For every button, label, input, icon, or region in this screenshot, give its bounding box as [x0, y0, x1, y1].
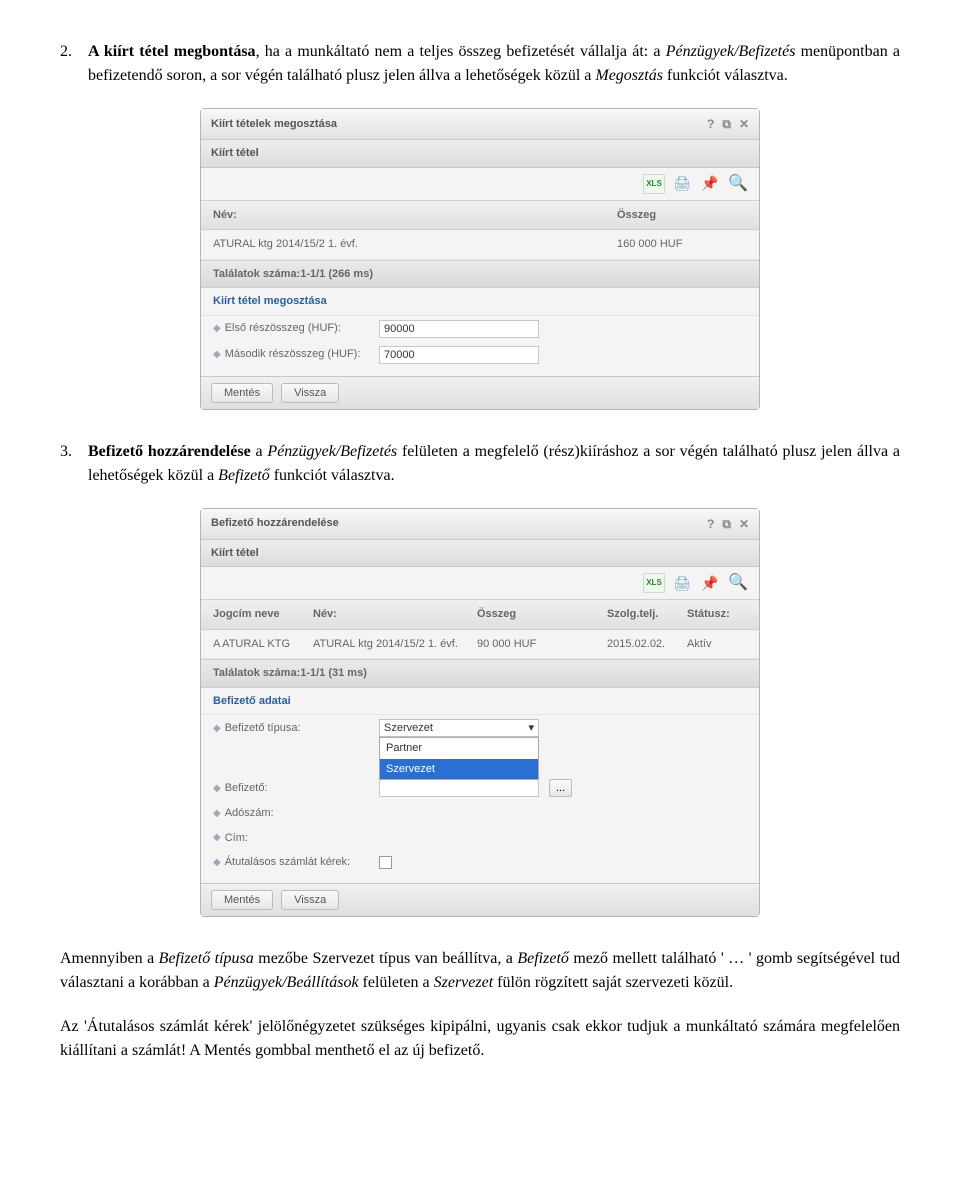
back-button[interactable]: Vissza [281, 890, 339, 910]
diamond-icon: ◆ [213, 806, 221, 821]
label-address: Cím: [225, 830, 248, 847]
diamond-icon: ◆ [213, 347, 221, 362]
label-payer: Befizető: [225, 780, 268, 797]
toolbar: XLS 🖨 📌 🔍 [201, 168, 759, 200]
paragraph-info-1: Amennyiben a Befizető típusa mezőbe Szer… [60, 947, 900, 995]
pin-icon[interactable]: 📌 [699, 174, 721, 194]
payer-section-header: Befizető adatai [201, 688, 759, 716]
dialog-footer: Mentés Vissza [201, 883, 759, 916]
toolbar: XLS 🖨 📌 🔍 [201, 567, 759, 599]
col-name: Név: [213, 207, 617, 224]
input-payer[interactable] [379, 779, 539, 797]
menu-path: Pénzügyek/Befizetés [666, 43, 796, 60]
form-row-first: ◆ Első részösszeg (HUF): [201, 316, 759, 342]
diamond-icon: ◆ [213, 781, 221, 796]
form-row-tax: ◆ Adószám: [201, 801, 759, 826]
share-section-header: Kiírt tétel megosztása [201, 288, 759, 316]
cell-amount: 160 000 HUF [617, 236, 747, 253]
diamond-icon: ◆ [213, 721, 221, 736]
list-number: 2. [60, 40, 88, 88]
dialog-title-bar: Befizető hozzárendelése ? ⧉ ✕ [201, 509, 759, 540]
results-count: Találatok száma:1-1/1 (31 ms) [201, 659, 759, 688]
export-xls-icon[interactable]: XLS [643, 573, 665, 593]
results-count: Találatok száma:1-1/1 (266 ms) [201, 260, 759, 289]
dialog-title: Kiírt tételek megosztása [211, 116, 337, 133]
list-number: 3. [60, 440, 88, 488]
diamond-icon: ◆ [213, 855, 221, 870]
export-xls-icon[interactable]: XLS [643, 174, 665, 194]
dialog-title-bar: Kiírt tételek megosztása ? ⧉ ✕ [201, 109, 759, 140]
paragraph-2: 2. A kiírt tétel megbontása, ha a munkál… [60, 40, 900, 88]
input-second-part[interactable] [379, 346, 539, 364]
dialog-footer: Mentés Vissza [201, 376, 759, 409]
search-icon[interactable]: 🔍 [727, 174, 749, 194]
help-icon[interactable]: ? [707, 515, 714, 533]
dialog-assign-payer: Befizető hozzárendelése ? ⧉ ✕ Kiírt téte… [200, 508, 760, 917]
option-partner[interactable]: Partner [380, 738, 538, 759]
save-button[interactable]: Mentés [211, 890, 273, 910]
cell-name: ATURAL ktg 2014/15/2 1. évf. [213, 236, 617, 253]
cell-status: Aktív [687, 636, 747, 653]
back-button[interactable]: Vissza [281, 383, 339, 403]
function-name: Befizető [218, 467, 270, 484]
label-taxnum: Adószám: [225, 805, 274, 822]
label-first-part: Első részösszeg (HUF): [225, 320, 341, 337]
label-transfer-invoice: Átutalásos számlát kérek: [225, 854, 350, 871]
form-row-transfer: ◆ Átutalásos számlát kérek: [201, 850, 759, 875]
cell-amount: 90 000 HUF [477, 636, 607, 653]
cell-servdate: 2015.02.02. [607, 636, 687, 653]
help-icon[interactable]: ? [707, 115, 714, 133]
cell-title: A ATURAL KTG [213, 636, 313, 653]
table-row: ATURAL ktg 2014/15/2 1. évf. 160 000 HUF [201, 230, 759, 260]
dialog-title: Befizető hozzárendelése [211, 515, 339, 532]
col-servdate: Szolg.telj. [607, 606, 687, 623]
bold-lead: A kiírt tétel megbontása [88, 43, 256, 60]
paragraph-3: 3. Befizető hozzárendelése a Pénzügyek/B… [60, 440, 900, 488]
form-row-type: ◆ Befizető típusa: Szervezet ▾ Partner Sz… [201, 715, 759, 741]
col-amount: Összeg [477, 606, 607, 623]
option-szervezet[interactable]: Szervezet [380, 759, 538, 780]
popout-icon[interactable]: ⧉ [722, 515, 731, 533]
pin-icon[interactable]: 📌 [699, 573, 721, 593]
close-icon[interactable]: ✕ [739, 115, 749, 133]
section-header: Kiírt tétel [201, 140, 759, 168]
section-header: Kiírt tétel [201, 540, 759, 568]
paragraph-info-2: Az 'Átutalásos számlát kérek' jelölőnégy… [60, 1015, 900, 1063]
print-icon[interactable]: 🖨 [671, 573, 693, 593]
label-second-part: Második részösszeg (HUF): [225, 346, 361, 363]
save-button[interactable]: Mentés [211, 383, 273, 403]
col-title: Jogcím neve [213, 606, 313, 623]
dialog-split-item: Kiírt tételek megosztása ? ⧉ ✕ Kiírt tét… [200, 108, 760, 410]
table-header: Név: Összeg [201, 200, 759, 231]
form-row-address: ◆ Cím: [201, 826, 759, 851]
diamond-icon: ◆ [213, 321, 221, 336]
table-header: Jogcím neve Név: Összeg Szolg.telj. Stát… [201, 599, 759, 630]
close-icon[interactable]: ✕ [739, 515, 749, 533]
payer-type-select[interactable]: Szervezet ▾ Partner Szervezet [379, 719, 539, 737]
col-amount: Összeg [617, 207, 747, 224]
checkbox-transfer-invoice[interactable] [379, 856, 392, 869]
col-status: Státusz: [687, 606, 747, 623]
form-row-second: ◆ Második részösszeg (HUF): [201, 342, 759, 368]
search-icon[interactable]: 🔍 [727, 573, 749, 593]
label-payer-type: Befizető típusa: [225, 720, 301, 737]
bold-lead: Befizető hozzárendelése [88, 443, 256, 460]
cell-name: ATURAL ktg 2014/15/2 1. évf. [313, 636, 477, 653]
table-row: A ATURAL KTG ATURAL ktg 2014/15/2 1. évf… [201, 630, 759, 660]
browse-button[interactable]: ... [549, 779, 572, 797]
diamond-icon: ◆ [213, 830, 221, 845]
chevron-down-icon: ▾ [528, 720, 534, 737]
print-icon[interactable]: 🖨 [671, 174, 693, 194]
popout-icon[interactable]: ⧉ [722, 115, 731, 133]
function-name: Megosztás [595, 67, 663, 84]
selected-value: Szervezet [384, 720, 433, 737]
col-name: Név: [313, 606, 477, 623]
dropdown-list: Partner Szervezet [379, 737, 539, 780]
input-first-part[interactable] [379, 320, 539, 338]
menu-path: Pénzügyek/Befizetés [267, 443, 397, 460]
